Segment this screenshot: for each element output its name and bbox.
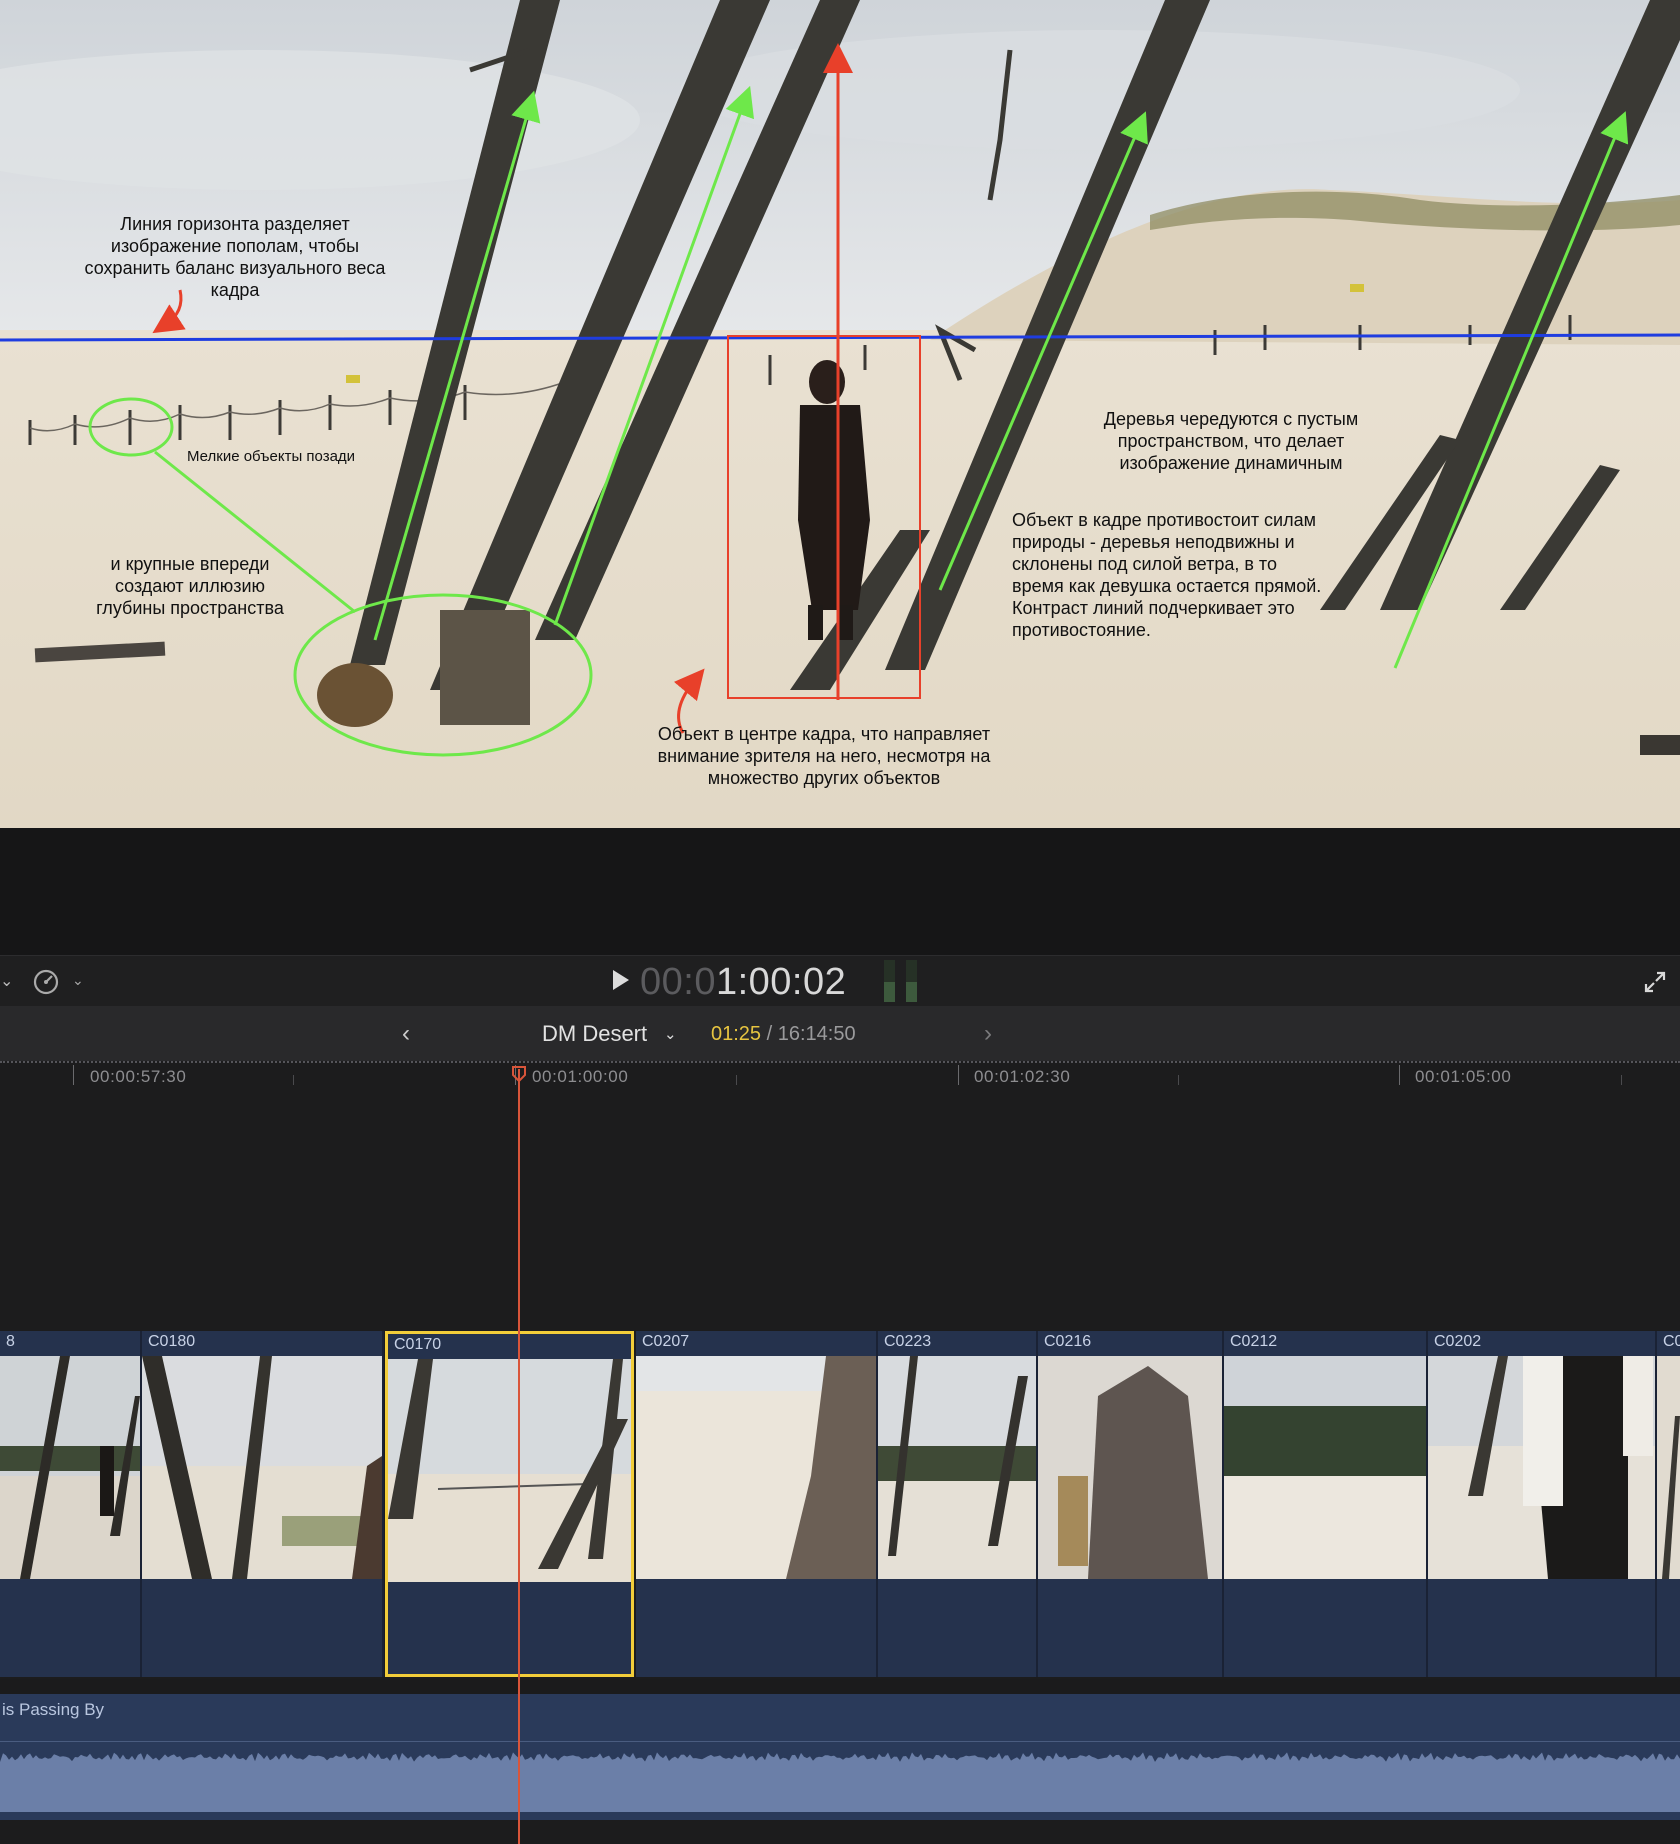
annotation-horizon: Линия горизонта разделяет изображение по… bbox=[84, 214, 386, 300]
viewer-frame bbox=[0, 0, 1680, 828]
ruler-label: 00:00:57:30 bbox=[90, 1067, 187, 1086]
audio-meter-right bbox=[906, 960, 917, 1002]
video-clip[interactable]: C0180 bbox=[142, 1331, 384, 1677]
video-clip-selected[interactable]: C0170 bbox=[385, 1331, 634, 1677]
ruler-tick bbox=[73, 1065, 74, 1085]
ruler-minor-tick bbox=[736, 1075, 737, 1085]
retime-chevron-down-icon[interactable]: ⌄ bbox=[72, 972, 84, 989]
audio-clip-name: is Passing By bbox=[2, 1700, 105, 1719]
clip-name: C0216 bbox=[1044, 1333, 1092, 1350]
video-clip[interactable]: C0202 bbox=[1428, 1331, 1657, 1677]
annotation-large-objects: и крупные впереди создают иллюзию глубин… bbox=[96, 554, 284, 618]
clip-thumbnail bbox=[142, 1356, 382, 1579]
clip-name: C0223 bbox=[884, 1333, 932, 1350]
clip-name: C0207 bbox=[642, 1333, 690, 1350]
project-chevron-down-icon[interactable]: ⌄ bbox=[664, 1025, 677, 1043]
audio-waveform bbox=[0, 1752, 1680, 1812]
video-clip[interactable]: C0212 bbox=[1224, 1331, 1428, 1677]
timecode-bright-part: 1:00:02 bbox=[715, 961, 847, 1003]
timecode-display[interactable]: 00:01:00:02 bbox=[640, 961, 846, 1004]
viewer-letterbox bbox=[0, 828, 1680, 955]
ruler-tick bbox=[1399, 1065, 1400, 1085]
ruler-minor-tick bbox=[293, 1075, 294, 1085]
clip-name: C0170 bbox=[394, 1336, 442, 1353]
fullscreen-icon[interactable] bbox=[1643, 970, 1667, 994]
retime-speed-icon[interactable] bbox=[32, 968, 60, 996]
clip-name: C0202 bbox=[1434, 1333, 1482, 1350]
clip-thumbnail bbox=[1038, 1356, 1222, 1579]
audio-clip[interactable]: is Passing By bbox=[0, 1694, 1680, 1820]
timeline-empty-area[interactable] bbox=[0, 1091, 1680, 1331]
primary-storyline: 8 C0180 C0170 C0207 C0223 C0216 C0212 C0… bbox=[0, 1331, 1680, 1679]
timeline-bottom-area bbox=[0, 1820, 1680, 1844]
play-button[interactable] bbox=[613, 970, 629, 990]
transport-bar: ⌄ ⌄ 00:01:00:02 bbox=[0, 955, 1680, 1007]
clip-thumbnail bbox=[1428, 1356, 1655, 1579]
video-clip[interactable]: 8 bbox=[0, 1331, 142, 1677]
timeline-ruler[interactable]: 00:00:57:30 00:01:00:00 00:01:02:30 00:0… bbox=[0, 1061, 1680, 1091]
timecode-dim-part: 00:0 bbox=[640, 961, 716, 1003]
audio-waveform-shape bbox=[0, 1752, 1680, 1812]
ruler-label: 00:01:05:00 bbox=[1415, 1067, 1512, 1086]
timeline-duration: 01:25 / 16:14:50 bbox=[711, 1023, 856, 1046]
ruler-label: 00:01:02:30 bbox=[974, 1067, 1071, 1086]
ruler-tick bbox=[958, 1065, 959, 1085]
playhead[interactable] bbox=[518, 1069, 520, 1844]
video-clip[interactable]: C0207 bbox=[636, 1331, 878, 1677]
ruler-minor-tick bbox=[1178, 1075, 1179, 1085]
timeline-back-chevron-icon[interactable]: ‹ bbox=[402, 1020, 410, 1048]
playhead-marker-icon[interactable] bbox=[512, 1066, 526, 1082]
clip-name: 8 bbox=[6, 1333, 15, 1350]
total-duration: 16:14:50 bbox=[777, 1023, 856, 1045]
ruler-minor-tick bbox=[1621, 1075, 1622, 1085]
clip-thumbnail bbox=[1657, 1356, 1680, 1579]
audio-meter-left bbox=[884, 960, 895, 1002]
clip-name: C0180 bbox=[148, 1333, 196, 1350]
timeline-header: ‹ DM Desert ⌄ 01:25 / 16:14:50 › bbox=[0, 1006, 1680, 1061]
video-viewer: Линия горизонта разделяет изображение по… bbox=[0, 0, 1680, 828]
clip-thumbnail bbox=[388, 1359, 631, 1582]
annotation-center-object: Объект в центре кадра, что направляет вн… bbox=[657, 724, 991, 788]
clip-name: C0 bbox=[1663, 1333, 1680, 1350]
clip-thumbnail bbox=[0, 1356, 140, 1579]
ruler-range-dots bbox=[0, 1061, 1680, 1065]
clip-thumbnail bbox=[878, 1356, 1036, 1579]
annotation-object-resists: Объект в кадре противостоит силам природ… bbox=[1012, 510, 1322, 640]
clip-thumbnail bbox=[1224, 1356, 1426, 1579]
view-options-chevron-icon[interactable]: ⌄ bbox=[0, 971, 13, 991]
project-name[interactable]: DM Desert bbox=[542, 1021, 647, 1047]
video-clip[interactable]: C0 bbox=[1657, 1331, 1680, 1677]
duration-separator: / bbox=[761, 1023, 778, 1045]
video-clip[interactable]: C0223 bbox=[878, 1331, 1038, 1677]
ruler-label: 00:01:00:00 bbox=[532, 1067, 629, 1086]
annotation-trees-alternate: Деревья чередуются с пустым пространство… bbox=[1103, 409, 1359, 473]
clip-thumbnail bbox=[636, 1356, 876, 1579]
clip-name: C0212 bbox=[1230, 1333, 1278, 1350]
timeline-forward-chevron-icon[interactable]: › bbox=[984, 1020, 992, 1048]
video-clip[interactable]: C0216 bbox=[1038, 1331, 1224, 1677]
annotation-small-objects: Мелкие объекты позади bbox=[187, 448, 356, 465]
current-duration: 01:25 bbox=[711, 1023, 762, 1045]
